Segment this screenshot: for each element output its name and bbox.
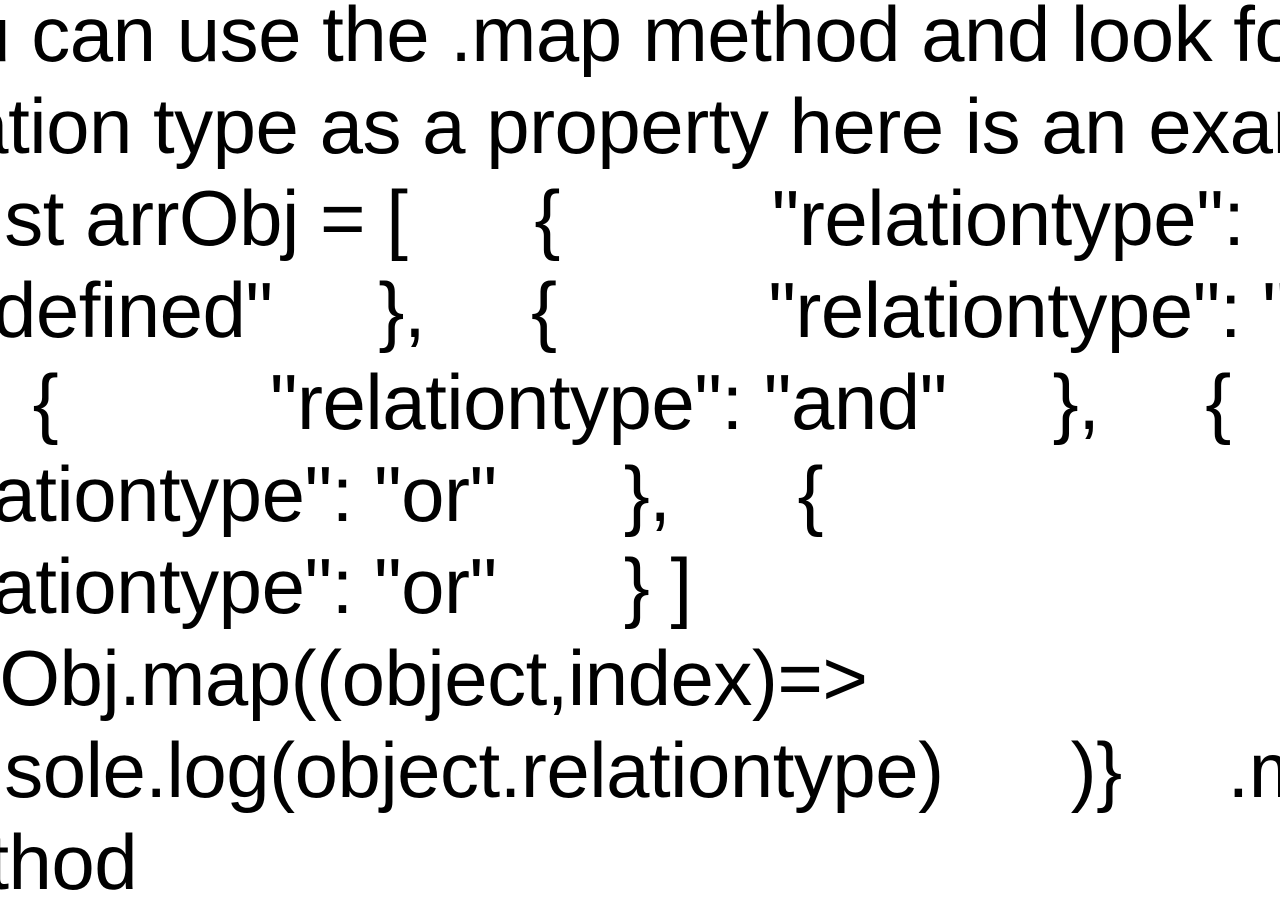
answer-body-text: You can use the .map method and look for…: [0, 0, 1280, 908]
